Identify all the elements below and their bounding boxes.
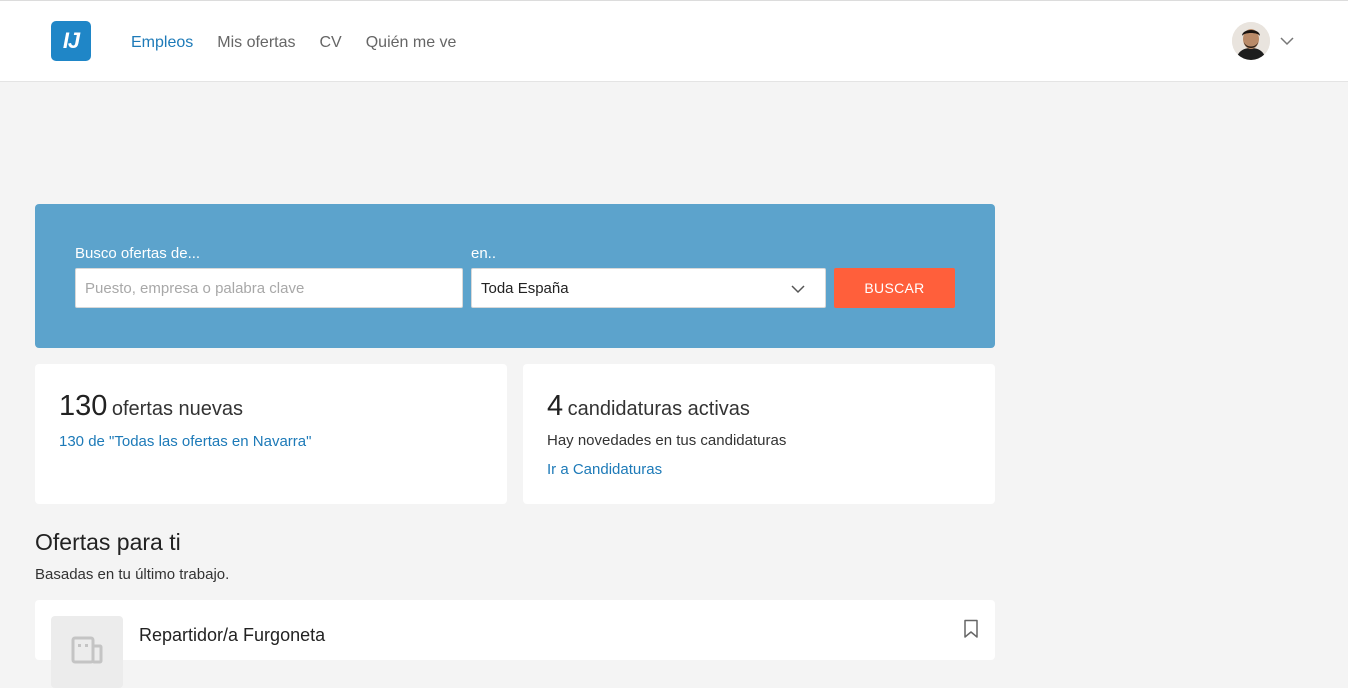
applications-card: 4 candidaturas activas Hay novedades en … (523, 364, 995, 504)
location-select-value: Toda España (481, 280, 569, 297)
top-navigation-bar: IJ Empleos Mis ofertas CV Quién me ve (0, 0, 1348, 82)
company-building-icon (71, 636, 103, 664)
applications-heading: 4 candidaturas activas (547, 390, 750, 423)
job-title[interactable]: Repartidor/a Furgoneta (139, 625, 325, 646)
go-to-applications-link[interactable]: Ir a Candidaturas (547, 461, 662, 478)
keyword-input[interactable] (75, 268, 463, 308)
new-offers-count: 130 (59, 390, 108, 422)
main-nav: Empleos Mis ofertas CV Quién me ve (131, 34, 480, 52)
user-avatar[interactable] (1232, 22, 1270, 60)
recommendations-subtitle: Basadas en tu último trabajo. (35, 566, 230, 583)
recommendations-title: Ofertas para ti (35, 529, 181, 555)
nav-mis-ofertas[interactable]: Mis ofertas (217, 34, 295, 52)
infojobs-logo[interactable]: IJ (51, 21, 91, 61)
applications-count: 4 (547, 390, 564, 422)
applications-news-text: Hay novedades en tus candidaturas (547, 432, 787, 449)
nav-quien-me-ve[interactable]: Quién me ve (366, 34, 457, 52)
job-card[interactable]: Repartidor/a Furgoneta (35, 600, 995, 688)
new-offers-label: ofertas nuevas (111, 398, 244, 420)
location-label: en.. (471, 245, 497, 262)
nav-empleos[interactable]: Empleos (131, 34, 193, 52)
saved-search-link[interactable]: 130 de "Todas las ofertas en Navarra" (59, 433, 311, 450)
chevron-down-icon[interactable] (1279, 34, 1295, 48)
job-search-panel: Busco ofertas de... en.. Toda España BUS… (35, 204, 995, 348)
company-logo-placeholder (51, 616, 123, 688)
new-offers-heading: 130 ofertas nuevas (59, 390, 243, 423)
new-offers-card: 130 ofertas nuevas 130 de "Todas las ofe… (35, 364, 507, 504)
search-button[interactable]: BUSCAR (834, 268, 955, 308)
chevron-down-icon (791, 285, 805, 294)
bookmark-icon[interactable] (963, 619, 979, 639)
applications-label: candidaturas activas (567, 398, 750, 420)
nav-cv[interactable]: CV (320, 34, 342, 52)
location-select[interactable]: Toda España (471, 268, 826, 308)
keyword-label: Busco ofertas de... (75, 245, 201, 262)
